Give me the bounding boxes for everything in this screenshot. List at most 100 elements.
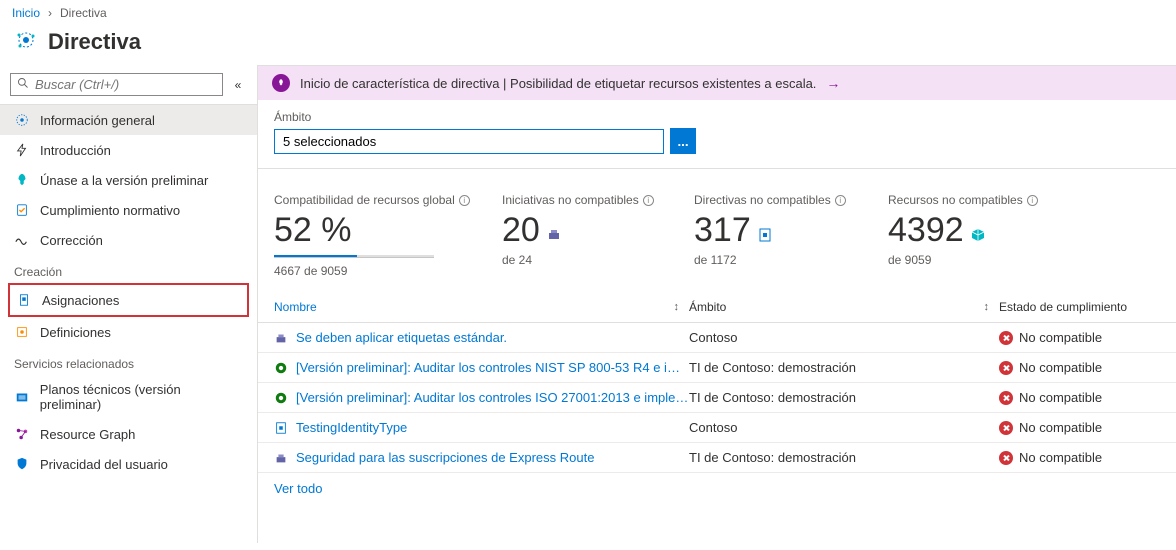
shield-icon xyxy=(14,456,30,472)
row-scope: Contoso xyxy=(689,420,999,435)
overview-icon xyxy=(14,112,30,128)
search-input[interactable] xyxy=(10,73,223,96)
column-scope-header[interactable]: Ámbito ↕ xyxy=(689,300,999,314)
stat-initiatives: Iniciativas no compatibles i 20 de 24 xyxy=(502,193,694,278)
stat-value: 317 xyxy=(694,213,751,247)
stat-title-text: Recursos no compatibles xyxy=(888,193,1023,207)
stat-policies: Directivas no compatibles i 317 de 1172 xyxy=(694,193,888,278)
row-scope: Contoso xyxy=(689,330,999,345)
row-type-icon xyxy=(274,391,288,405)
sidebar-item-assignments[interactable]: Asignaciones xyxy=(8,283,249,317)
sidebar-item-compliance[interactable]: Cumplimiento normativo xyxy=(0,195,257,225)
stat-sub: 4667 de 9059 xyxy=(274,264,502,278)
sidebar-item-overview[interactable]: Información general xyxy=(0,105,257,135)
assignment-link[interactable]: [Versión preliminar]: Auditar los contro… xyxy=(296,390,689,405)
initiative-icon xyxy=(546,227,562,243)
sidebar-item-label: Privacidad del usuario xyxy=(40,457,168,472)
table-row: [Versión preliminar]: Auditar los contro… xyxy=(258,383,1176,413)
blueprint-icon xyxy=(14,389,30,405)
stat-title-text: Directivas no compatibles xyxy=(694,193,831,207)
table-row: [Versión preliminar]: Auditar los contro… xyxy=(258,353,1176,383)
sidebar-item-label: Únase a la versión preliminar xyxy=(40,173,208,188)
table-row: Seguridad para las suscripciones de Expr… xyxy=(258,443,1176,473)
noncompliant-icon xyxy=(999,451,1013,465)
row-type-icon xyxy=(274,361,288,375)
info-icon[interactable]: i xyxy=(1027,195,1038,206)
column-scope-label: Ámbito xyxy=(689,300,726,314)
row-state: No compatible xyxy=(1019,360,1102,375)
noncompliant-icon xyxy=(999,331,1013,345)
sidebar-item-privacy[interactable]: Privacidad del usuario xyxy=(0,449,257,479)
info-icon[interactable]: i xyxy=(835,195,846,206)
sidebar-item-label: Corrección xyxy=(40,233,103,248)
page-title: Directiva xyxy=(48,29,141,55)
page-header: Directiva xyxy=(0,24,1176,65)
feature-banner[interactable]: Inicio de característica de directiva | … xyxy=(258,66,1176,100)
scope-picker-button[interactable]: ... xyxy=(670,128,696,154)
rocket-badge-icon xyxy=(272,74,290,92)
sidebar-item-remediation[interactable]: Corrección xyxy=(0,225,257,255)
assignment-link[interactable]: TestingIdentityType xyxy=(296,420,407,435)
stats-row: Compatibilidad de recursos global i 52 %… xyxy=(258,169,1176,292)
wave-icon xyxy=(14,232,30,248)
row-state: No compatible xyxy=(1019,450,1102,465)
row-scope: TI de Contoso: demostración xyxy=(689,360,999,375)
row-state: No compatible xyxy=(1019,420,1102,435)
rocket-icon xyxy=(14,172,30,188)
breadcrumb: Inicio › Directiva xyxy=(0,0,1176,24)
scope-section: Ámbito ... xyxy=(258,100,1176,169)
definition-icon xyxy=(14,324,30,340)
sidebar-item-blueprints[interactable]: Planos técnicos (versión preliminar) xyxy=(0,375,257,419)
sidebar-item-label: Resource Graph xyxy=(40,427,135,442)
scope-input[interactable] xyxy=(274,129,664,154)
sidebar-item-label: Introducción xyxy=(40,143,111,158)
row-type-icon xyxy=(274,331,288,345)
sidebar-item-label: Definiciones xyxy=(40,325,111,340)
stat-sub: de 1172 xyxy=(694,253,888,267)
sort-icon: ↕ xyxy=(674,301,690,313)
main-pane: Inicio de característica de directiva | … xyxy=(258,65,1176,543)
sidebar-section-creation: Creación xyxy=(0,255,257,283)
table-row: Se deben aplicar etiquetas estándar. Cont… xyxy=(258,323,1176,353)
collapse-sidebar-button[interactable]: « xyxy=(229,76,247,94)
search-field[interactable] xyxy=(35,77,216,92)
column-state-label: Estado de cumplimiento xyxy=(999,300,1127,314)
row-type-icon xyxy=(274,451,288,465)
row-type-icon xyxy=(274,421,288,435)
sidebar: « Información general Introducción Únase… xyxy=(0,65,258,543)
cube-icon xyxy=(970,227,986,243)
assignment-link[interactable]: [Versión preliminar]: Auditar los contro… xyxy=(296,360,689,375)
table-header: Nombre ↕ Ámbito ↕ Estado de cumplimiento xyxy=(258,292,1176,323)
clipboard-icon xyxy=(14,202,30,218)
sort-icon: ↕ xyxy=(984,301,1000,313)
arrow-right-icon: → xyxy=(826,75,840,91)
row-scope: TI de Contoso: demostración xyxy=(689,390,999,405)
sidebar-section-related: Servicios relacionados xyxy=(0,347,257,375)
breadcrumb-home[interactable]: Inicio xyxy=(12,6,40,20)
stat-value: 52 % xyxy=(274,213,502,247)
sidebar-item-resource-graph[interactable]: Resource Graph xyxy=(0,419,257,449)
assignment-icon xyxy=(16,292,32,308)
sidebar-item-label: Asignaciones xyxy=(42,293,119,308)
noncompliant-icon xyxy=(999,361,1013,375)
banner-text: Inicio de característica de directiva | … xyxy=(300,76,816,91)
assignment-link[interactable]: Se deben aplicar etiquetas estándar. xyxy=(296,330,507,345)
progress-bar xyxy=(274,255,434,258)
sidebar-item-getting-started[interactable]: Introducción xyxy=(0,135,257,165)
assignment-link[interactable]: Seguridad para las suscripciones de Expr… xyxy=(296,450,594,465)
row-scope: TI de Contoso: demostración xyxy=(689,450,999,465)
sidebar-item-label: Cumplimiento normativo xyxy=(40,203,180,218)
stat-value: 4392 xyxy=(888,213,964,247)
column-name-header[interactable]: Nombre ↕ xyxy=(274,300,689,314)
sidebar-item-preview[interactable]: Únase a la versión preliminar xyxy=(0,165,257,195)
see-all-link[interactable]: Ver todo xyxy=(274,481,322,496)
info-icon[interactable]: i xyxy=(459,195,470,206)
stat-resources: Recursos no compatibles i 4392 de 9059 xyxy=(888,193,1088,278)
info-icon[interactable]: i xyxy=(643,195,654,206)
row-state: No compatible xyxy=(1019,330,1102,345)
sidebar-item-definitions[interactable]: Definiciones xyxy=(0,317,257,347)
noncompliant-icon xyxy=(999,391,1013,405)
column-state-header[interactable]: Estado de cumplimiento xyxy=(999,300,1176,314)
stat-compatibility: Compatibilidad de recursos global i 52 %… xyxy=(274,193,502,278)
search-icon xyxy=(17,77,29,92)
